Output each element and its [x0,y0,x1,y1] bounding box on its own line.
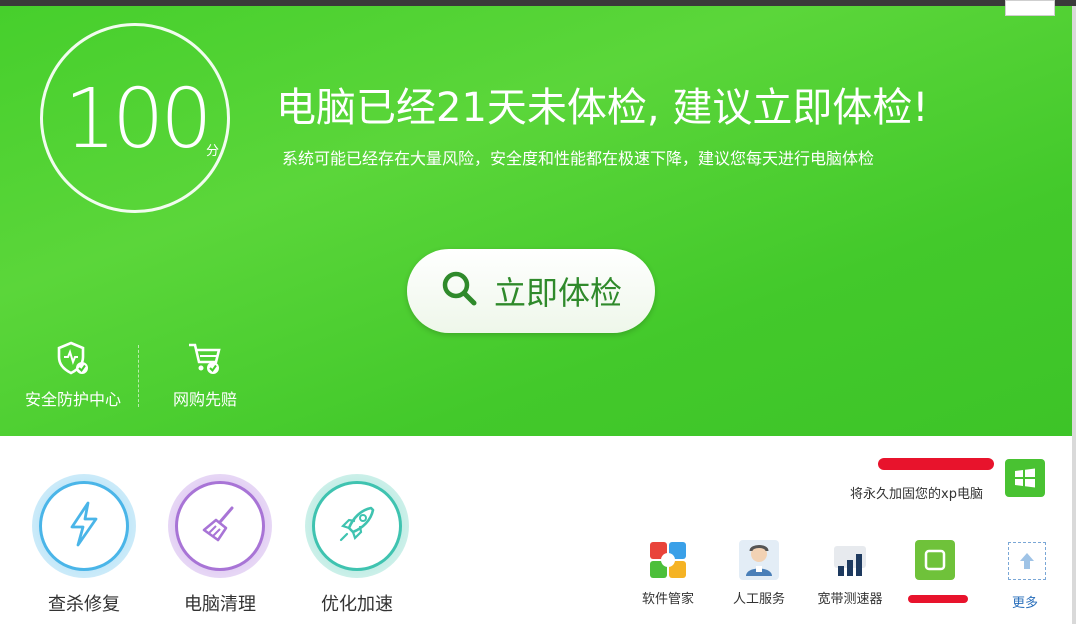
software-manager-icon [648,540,688,580]
score-value: 100 [64,72,213,167]
speed-test-label: 宽带测速器 [817,592,883,607]
computer-clean-tool[interactable]: 电脑清理 [165,474,275,616]
optimize-speed-label: 优化加速 [321,594,393,615]
shortcut-divider [138,345,139,407]
redaction-mark [878,458,994,470]
software-manager-label: 软件管家 [641,592,694,607]
window-right-edge [1072,6,1076,624]
mini-app-speed-test[interactable]: 宽带测速器 [810,540,890,607]
customer-service-label: 人工服务 [732,592,785,607]
rocket-icon [335,502,379,550]
shield-check-icon [18,340,128,380]
score-unit: 分 [206,144,220,159]
xp-promo-text[interactable]: 将永久加固您的xp电脑 [850,483,983,502]
broom-icon [198,502,242,550]
search-icon [440,269,480,313]
windows-logo-icon[interactable] [1005,459,1045,497]
mini-app-blurred[interactable] [905,540,965,588]
virus-scan-circle [32,474,136,578]
lightning-icon [64,501,104,551]
computer-clean-circle [168,474,272,578]
cart-check-icon [160,340,250,380]
more-link[interactable]: 更多 [1012,592,1038,611]
subline: 系统可能已经存在大量风险，安全度和性能都在极速下降，建议您每天进行电脑体检 [282,149,875,168]
optimize-speed-circle [305,474,409,578]
shopping-compensation-label: 网购先赔 [172,390,237,409]
mini-app-customer-service[interactable]: 人工服务 [724,540,794,607]
computer-clean-label: 电脑清理 [184,594,256,615]
more-icon[interactable] [1008,542,1046,580]
shopping-compensation-shortcut[interactable]: 网购先赔 [160,340,250,410]
speed-test-icon [830,540,870,580]
user-avatar-icon[interactable] [1005,0,1055,16]
security-center-shortcut[interactable]: 安全防护中心 [18,340,128,410]
check-now-button[interactable]: 立即体检 [407,249,655,333]
blurred-app-icon [915,540,955,580]
mini-app-software-manager[interactable]: 软件管家 [633,540,703,607]
virus-scan-tool[interactable]: 查杀修复 [29,474,139,616]
virus-scan-label: 查杀修复 [48,594,120,615]
redaction-mark-bottom [908,595,968,603]
check-now-label: 立即体检 [493,274,622,312]
headline: 电脑已经21天未体检, 建议立即体检! [276,85,929,131]
optimize-speed-tool[interactable]: 优化加速 [302,474,412,616]
security-center-label: 安全防护中心 [24,390,121,409]
customer-service-icon [739,540,779,580]
